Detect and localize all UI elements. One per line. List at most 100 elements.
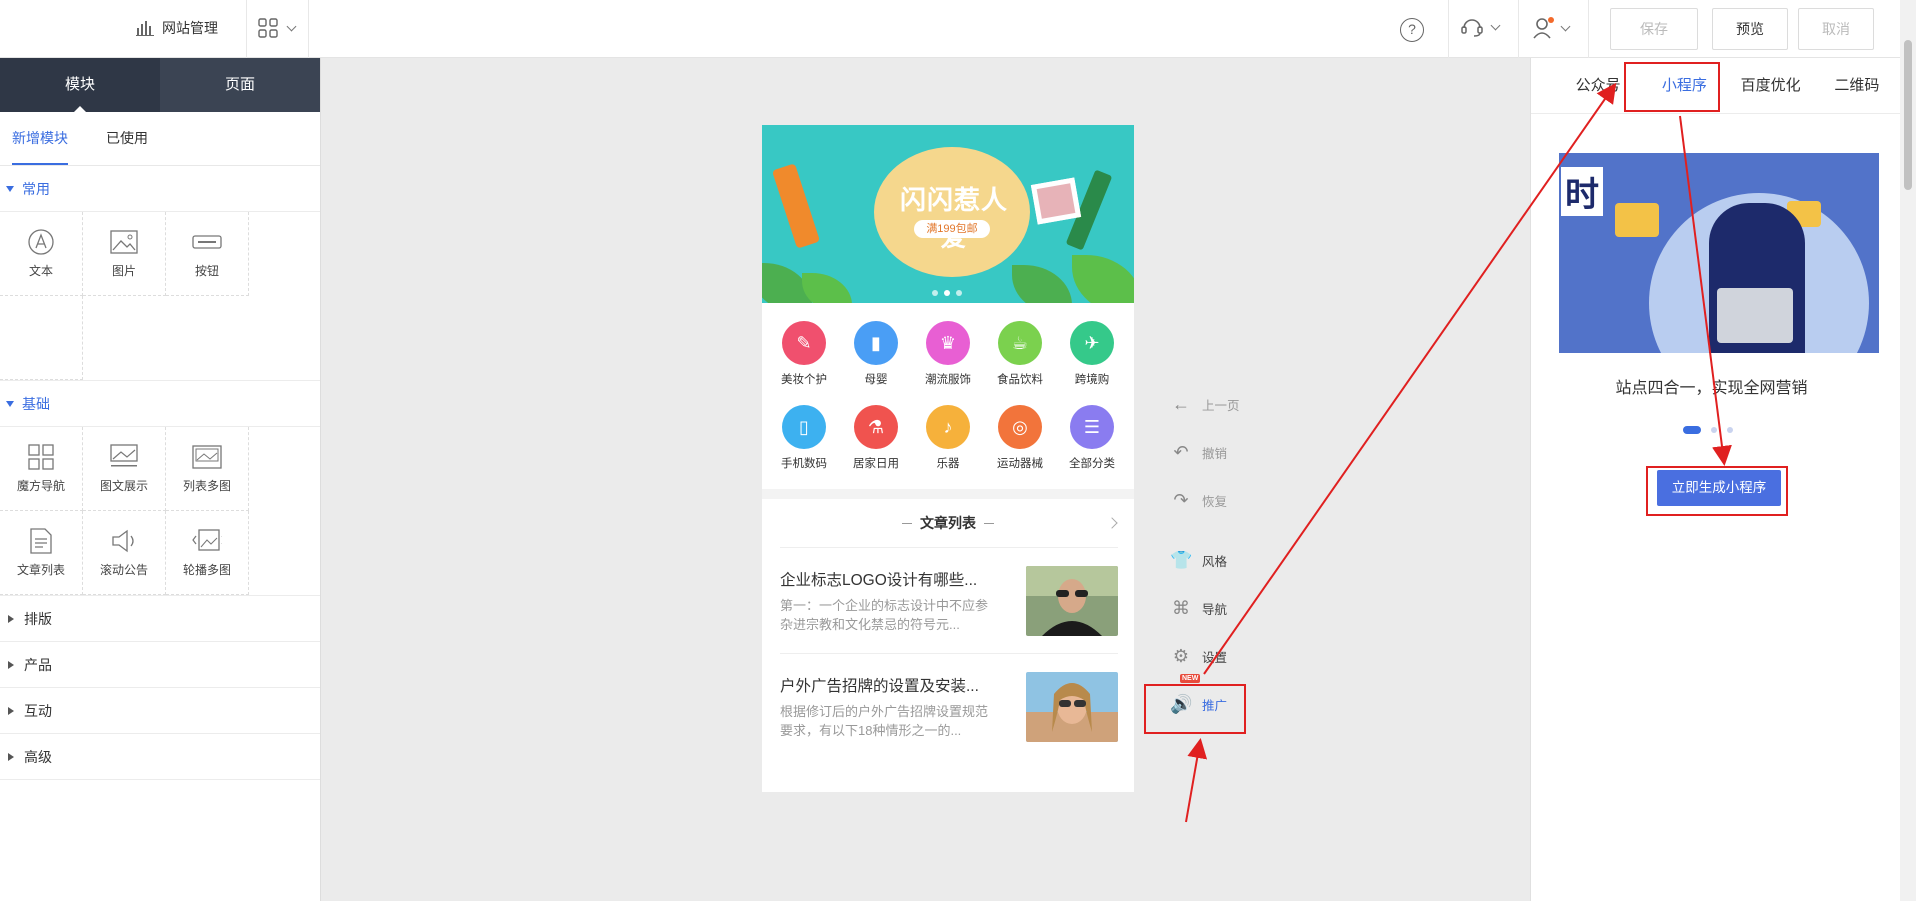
- section-header-advanced[interactable]: 高级: [0, 734, 320, 780]
- chat-bubble: [1615, 203, 1659, 237]
- navigation-button[interactable]: ⌘ 导航: [1168, 584, 1248, 632]
- highlight-promote-button: [1144, 684, 1246, 734]
- tab-modules[interactable]: 模块: [0, 58, 160, 112]
- carousel-dot[interactable]: [1683, 426, 1701, 434]
- category-grid: ✎ 美妆个护 ▮ 母婴 ♛ 潮流服饰 ☕ 食品饮料 ✈ 跨境购 ▯ 手机数码 ⚗ 居家日用 ♪ 乐器 ◎ 运动器械…: [762, 303, 1134, 475]
- category-item[interactable]: ⚗ 居家日用: [840, 405, 912, 471]
- user-menu[interactable]: [1532, 16, 1571, 40]
- category-label: 跨境购: [1074, 374, 1110, 386]
- illustration-text: 时: [1561, 167, 1603, 216]
- site-management-menu[interactable]: 网站管理: [136, 18, 218, 38]
- style-label: 风格: [1202, 554, 1228, 569]
- help-icon[interactable]: ?: [1400, 18, 1424, 42]
- chevron-right-icon[interactable]: [1106, 517, 1118, 529]
- section-header-basic[interactable]: 基础: [0, 381, 320, 427]
- top-bar: 网站管理 ? 保存 预览 取消: [0, 0, 1900, 58]
- apps-menu[interactable]: [258, 18, 297, 38]
- category-label: 潮流服饰: [925, 374, 971, 386]
- scrollbar-thumb[interactable]: [1904, 40, 1912, 190]
- module-image[interactable]: 图片: [83, 212, 166, 296]
- carousel-dot[interactable]: [1711, 427, 1717, 433]
- section-header-products[interactable]: 产品: [0, 642, 320, 688]
- article-list-header[interactable]: 文章列表: [762, 499, 1134, 547]
- headset-icon: [1461, 19, 1483, 37]
- module-cube-nav[interactable]: 魔方导航: [0, 427, 83, 511]
- article-item[interactable]: 企业标志LOGO设计有哪些... 第一：一个企业的标志设计中不应参杂进宗教和文化…: [780, 547, 1118, 653]
- prev-page-label: 上一页: [1202, 398, 1240, 413]
- category-item[interactable]: ♛ 潮流服饰: [912, 321, 984, 387]
- category-label: 母婴: [864, 374, 888, 386]
- redo-icon: ↷: [1173, 489, 1189, 510]
- section-header-common[interactable]: 常用: [0, 166, 320, 212]
- tab-used-modules[interactable]: 已使用: [106, 112, 148, 165]
- module-label: 图文展示: [99, 479, 148, 493]
- module-label: 文章列表: [16, 563, 65, 577]
- category-icon: ◎: [998, 405, 1042, 449]
- category-label: 食品饮料: [997, 374, 1043, 386]
- undo-button[interactable]: ↶ 撤销: [1168, 428, 1248, 476]
- module-label: 文本: [28, 264, 53, 278]
- carousel-dots[interactable]: [1683, 426, 1733, 434]
- module-list-images[interactable]: 列表多图: [166, 427, 249, 511]
- module-text[interactable]: 文本: [0, 212, 83, 296]
- module-empty: [0, 296, 83, 380]
- module-carousel[interactable]: 轮播多图: [166, 511, 249, 595]
- module-label: 魔方导航: [16, 479, 65, 493]
- redo-label: 恢复: [1202, 494, 1228, 509]
- module-label: 按钮: [194, 264, 219, 278]
- category-item[interactable]: ☕ 食品饮料: [984, 321, 1056, 387]
- module-article-list[interactable]: 文章列表: [0, 511, 83, 595]
- category-item[interactable]: ▮ 母婴: [840, 321, 912, 387]
- module-announcement[interactable]: 滚动公告: [83, 511, 166, 595]
- module-button[interactable]: 按钮: [166, 212, 249, 296]
- product-bottle: [771, 163, 821, 249]
- category-icon: ▮: [854, 321, 898, 365]
- cancel-button[interactable]: 取消: [1798, 8, 1874, 50]
- cube-nav-icon: [26, 443, 56, 471]
- article-item[interactable]: 户外广告招牌的设置及安装... 根据修订后的户外广告招牌设置规范要求，有以下18…: [780, 653, 1118, 759]
- image-text-icon: [109, 443, 139, 471]
- section-header-layout[interactable]: 排版: [0, 596, 320, 642]
- divider: [1588, 0, 1589, 58]
- section-gap: [762, 489, 1134, 499]
- module-panel: 模块 页面 新增模块 已使用 常用 文本 图片 按钮 基础 魔方导航 图文展示 …: [0, 58, 321, 901]
- settings-label: 设置: [1202, 650, 1228, 665]
- settings-button[interactable]: ⚙ 设置: [1168, 632, 1248, 680]
- category-item[interactable]: ♪ 乐器: [912, 405, 984, 471]
- announcement-icon: [109, 527, 139, 555]
- banner-promo: 满199包邮: [914, 220, 990, 238]
- new-badge: NEW: [1180, 674, 1201, 683]
- tab-qrcode[interactable]: 二维码: [1814, 58, 1900, 113]
- redo-button[interactable]: ↷ 恢复: [1168, 476, 1248, 524]
- category-item[interactable]: ◎ 运动器械: [984, 405, 1056, 471]
- module-label: 滚动公告: [99, 563, 148, 577]
- article-desc: 根据修订后的户外广告招牌设置规范要求，有以下18种情形之一的...: [780, 703, 989, 738]
- category-item[interactable]: ✈ 跨境购: [1056, 321, 1128, 387]
- text-icon: [26, 228, 56, 256]
- caret-right-icon: [8, 706, 14, 715]
- save-button[interactable]: 保存: [1610, 8, 1698, 50]
- category-icon: ▯: [782, 405, 826, 449]
- carousel-dot[interactable]: [1727, 427, 1733, 433]
- customer-service-menu[interactable]: [1460, 16, 1501, 38]
- preview-button[interactable]: 预览: [1712, 8, 1788, 50]
- style-button[interactable]: 👕 风格: [1168, 536, 1248, 584]
- category-item[interactable]: ☰ 全部分类: [1056, 405, 1128, 471]
- gear-icon: ⚙: [1172, 645, 1190, 666]
- category-item[interactable]: ▯ 手机数码: [768, 405, 840, 471]
- leaf-decoration: [1072, 255, 1134, 303]
- module-image-text[interactable]: 图文展示: [83, 427, 166, 511]
- chevron-down-icon: [1560, 21, 1571, 31]
- caret-right-icon: [8, 660, 14, 669]
- banner-image[interactable]: 闪闪惹人爱 满199包邮: [762, 125, 1134, 303]
- tab-add-module[interactable]: 新增模块: [12, 112, 68, 165]
- tab-pages[interactable]: 页面: [160, 58, 320, 112]
- prev-page-button[interactable]: ← 上一页: [1168, 380, 1248, 428]
- divider: [308, 0, 309, 58]
- section-header-interaction[interactable]: 互动: [0, 688, 320, 734]
- chevron-down-icon: [1490, 20, 1501, 30]
- category-item[interactable]: ✎ 美妆个护: [768, 321, 840, 387]
- article-list-title: 文章列表: [920, 515, 976, 531]
- tab-baidu-seo[interactable]: 百度优化: [1728, 58, 1814, 113]
- page-scrollbar[interactable]: [1900, 0, 1916, 901]
